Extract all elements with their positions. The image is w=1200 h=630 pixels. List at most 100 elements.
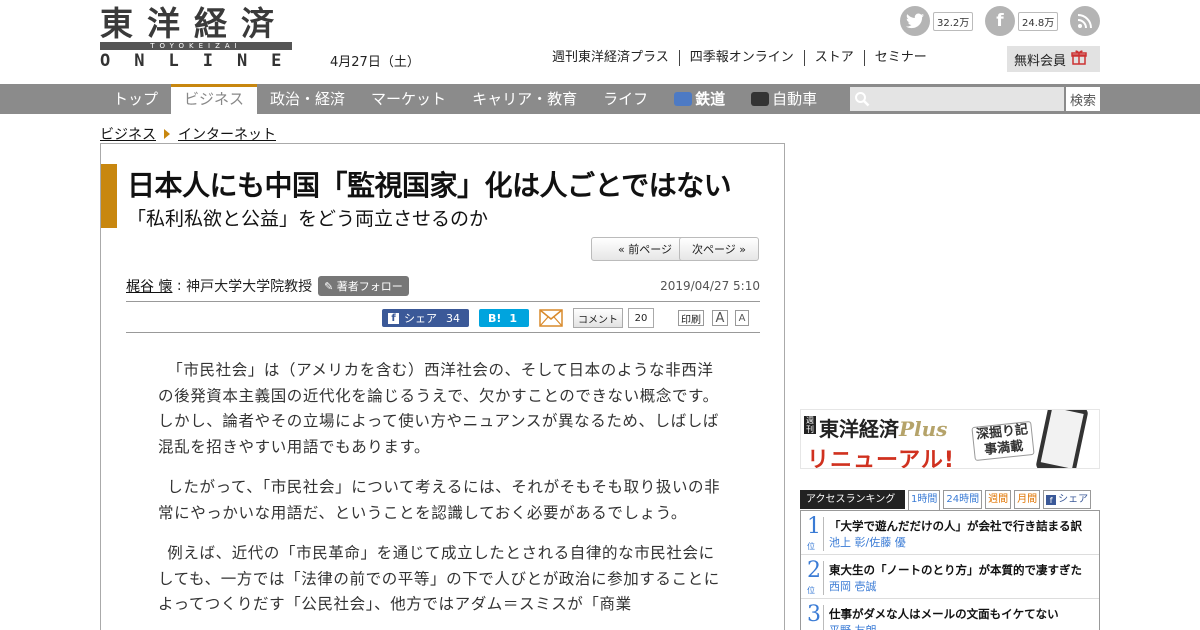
- search-input[interactable]: [874, 87, 1060, 111]
- font-size-large-button[interactable]: A: [712, 310, 728, 326]
- facebook-share[interactable]: f 24.8万: [985, 6, 1059, 36]
- banner-plus: Plus: [899, 417, 948, 441]
- rss-link[interactable]: [1070, 6, 1100, 36]
- fb-share-count: 34: [446, 311, 460, 325]
- print-button[interactable]: 印刷: [678, 310, 704, 326]
- breadcrumb: ビジネス インターネット: [100, 124, 276, 144]
- rank-title[interactable]: 仕事がダメな人はメールの文面もイケてない: [829, 606, 1059, 622]
- author-name[interactable]: 梶谷 懐: [126, 276, 172, 296]
- facebook-icon: f: [388, 312, 399, 324]
- author-row: 梶谷 懐 : 神戸大学大学院教授 ✎ 著者フォロー 2019/04/27 5:1…: [126, 274, 760, 298]
- ranking-title: アクセスランキング: [800, 490, 905, 509]
- hatena-count: 1: [509, 311, 518, 325]
- free-member-button[interactable]: 無料会員: [1007, 46, 1100, 72]
- title-accent-bar: [101, 164, 117, 228]
- rank-number: 1: [807, 514, 821, 539]
- current-date: 4月27日（土）: [330, 55, 420, 70]
- article-subtitle: 「私利私欲と公益」をどう両立させるのか: [127, 208, 489, 230]
- rank-author[interactable]: 西岡 壱誠: [829, 578, 877, 594]
- font-size-small-button[interactable]: A: [735, 310, 749, 326]
- phone-image: [1035, 410, 1089, 468]
- rank-suffix: 位: [807, 586, 815, 595]
- banner-renewal: リニューアル!: [807, 448, 955, 469]
- logo-romaji: TOYOKEIZAI: [150, 42, 242, 50]
- nav-item-career-education[interactable]: キャリア・教育: [459, 84, 590, 114]
- twitter-icon[interactable]: [900, 6, 930, 36]
- comment-button[interactable]: コメント: [573, 308, 623, 328]
- share-bar: f シェア 34 B! 1 コメント 20 印刷 A A: [126, 301, 760, 333]
- rank-number: 2: [807, 558, 821, 583]
- train-icon: [674, 92, 693, 106]
- publish-date: 2019/04/27 5:10: [660, 279, 760, 293]
- ranking-tab-24h[interactable]: 24時間: [943, 490, 983, 509]
- ranking-tab-weekly[interactable]: 週間: [985, 490, 1012, 509]
- toplink-weekly-plus[interactable]: 週刊東洋経済プラス: [552, 50, 679, 66]
- ranking-tabs: アクセスランキング 1時間 24時間 週間 月間 f シェア: [800, 490, 1100, 511]
- search-icon: [855, 92, 870, 107]
- logo-kanji: 東洋経済: [100, 4, 288, 43]
- toplink-shikiho[interactable]: 四季報オンライン: [678, 50, 804, 66]
- nav-item-politics-economy[interactable]: 政治・経済: [257, 84, 358, 114]
- rank-title[interactable]: 東大生の「ノートのとり方」が本質的で凄すぎた: [829, 562, 1082, 578]
- article-title: 日本人にも中国「監視国家」化は人ごとではない: [127, 169, 732, 202]
- main-nav: トップ ビジネス 政治・経済 マーケット キャリア・教育 ライフ 鉄道 自動車 …: [0, 84, 1200, 114]
- next-page-button[interactable]: 次ページ »: [679, 237, 759, 261]
- ranking-tab-1h[interactable]: 1時間: [908, 490, 941, 511]
- toplink-seminar[interactable]: セミナー: [863, 50, 937, 66]
- rank-author[interactable]: 平野 友朗: [829, 622, 877, 630]
- article-paragraph: 例えば、近代の「市民革命」を通じて成立したとされる自律的な市民社会にしても、一方…: [158, 544, 720, 613]
- banner-title: 東洋経済Plus: [819, 413, 947, 442]
- search-button[interactable]: 検索: [1066, 87, 1100, 111]
- comment-count: 20: [628, 308, 654, 328]
- person-icon: ✎: [324, 280, 334, 293]
- rank-divider: [823, 605, 824, 630]
- twitter-count: 32.2万: [933, 11, 974, 31]
- rank-divider: [823, 517, 824, 551]
- list-item[interactable]: 3 位 仕事がダメな人はメールの文面もイケてない 平野 友朗: [801, 599, 1099, 630]
- ranking-tab-monthly[interactable]: 月間: [1014, 490, 1041, 509]
- site-header: 東洋経済 TOYOKEIZAI ONLINE 4月27日（土） 32.2万 f …: [0, 0, 1200, 84]
- logo-online: ONLINE: [100, 51, 306, 71]
- search-box: [850, 87, 1064, 111]
- nav-items: トップ ビジネス 政治・経済 マーケット キャリア・教育 ライフ 鉄道 自動車: [100, 84, 830, 114]
- ranking-tab-share-label: シェア: [1058, 494, 1089, 505]
- nav-item-business[interactable]: ビジネス: [171, 84, 258, 114]
- rank-suffix: 位: [807, 542, 815, 551]
- facebook-icon: f: [1046, 495, 1057, 505]
- rank-divider: [823, 561, 824, 595]
- toplink-store[interactable]: ストア: [803, 50, 864, 66]
- list-item[interactable]: 2 位 東大生の「ノートのとり方」が本質的で凄すぎた 西岡 壱誠: [801, 555, 1099, 599]
- article: 日本人にも中国「監視国家」化は人ごとではない 「私利私欲と公益」をどう両立させる…: [100, 143, 785, 630]
- rank-author[interactable]: 池上 彰/佐藤 優: [829, 534, 906, 550]
- breadcrumb-business[interactable]: ビジネス: [100, 124, 156, 144]
- weekly-plus-banner[interactable]: 週刊 東洋経済Plus リニューアル! 深掘り記事満載: [800, 409, 1100, 469]
- banner-tag: 深掘り記事満載: [971, 420, 1035, 462]
- facebook-icon[interactable]: f: [985, 6, 1015, 36]
- article-paragraph: したがって、「市民社会」について考えるには、それがそもそも取り扱いの非常にやっか…: [158, 478, 721, 522]
- nav-item-market[interactable]: マーケット: [358, 84, 459, 114]
- facebook-count: 24.8万: [1018, 11, 1059, 31]
- fb-share-label: シェア: [404, 312, 437, 325]
- rank-title[interactable]: 「大学で遊んだだけの人」が会社で行き詰まる訳: [829, 518, 1082, 534]
- breadcrumb-arrow-icon: [164, 129, 170, 139]
- ranking-tab-share[interactable]: f シェア: [1043, 490, 1092, 509]
- phone-screen: [1040, 410, 1084, 468]
- list-item[interactable]: 1 位 「大学で遊んだだけの人」が会社で行き詰まる訳 池上 彰/佐藤 優: [801, 511, 1099, 555]
- mail-icon[interactable]: [539, 309, 563, 327]
- facebook-share-button[interactable]: f シェア 34: [382, 309, 469, 327]
- nav-item-life[interactable]: ライフ: [590, 84, 661, 114]
- banner-weekly: 週刊: [804, 416, 816, 434]
- site-logo[interactable]: 東洋経済 TOYOKEIZAI ONLINE: [100, 4, 306, 71]
- rss-icon[interactable]: [1070, 6, 1100, 36]
- banner-title-text: 東洋経済: [819, 417, 899, 441]
- twitter-share[interactable]: 32.2万: [900, 6, 974, 36]
- article-paragraph: 「市民社会」は（アメリカを含む）西洋社会の、そして日本のような非西洋の後発資本主…: [158, 361, 720, 456]
- nav-item-automobile[interactable]: 自動車: [738, 84, 830, 114]
- nav-item-top[interactable]: トップ: [100, 84, 171, 114]
- access-ranking: アクセスランキング 1時間 24時間 週間 月間 f シェア 1 位 「大学で遊ん…: [800, 490, 1100, 630]
- nav-item-railway[interactable]: 鉄道: [661, 84, 738, 114]
- breadcrumb-internet[interactable]: インターネット: [178, 124, 276, 144]
- follow-label: 著者フォロー: [336, 280, 403, 293]
- hatena-bookmark-button[interactable]: B! 1: [479, 309, 529, 327]
- author-follow-button[interactable]: ✎ 著者フォロー: [318, 276, 409, 296]
